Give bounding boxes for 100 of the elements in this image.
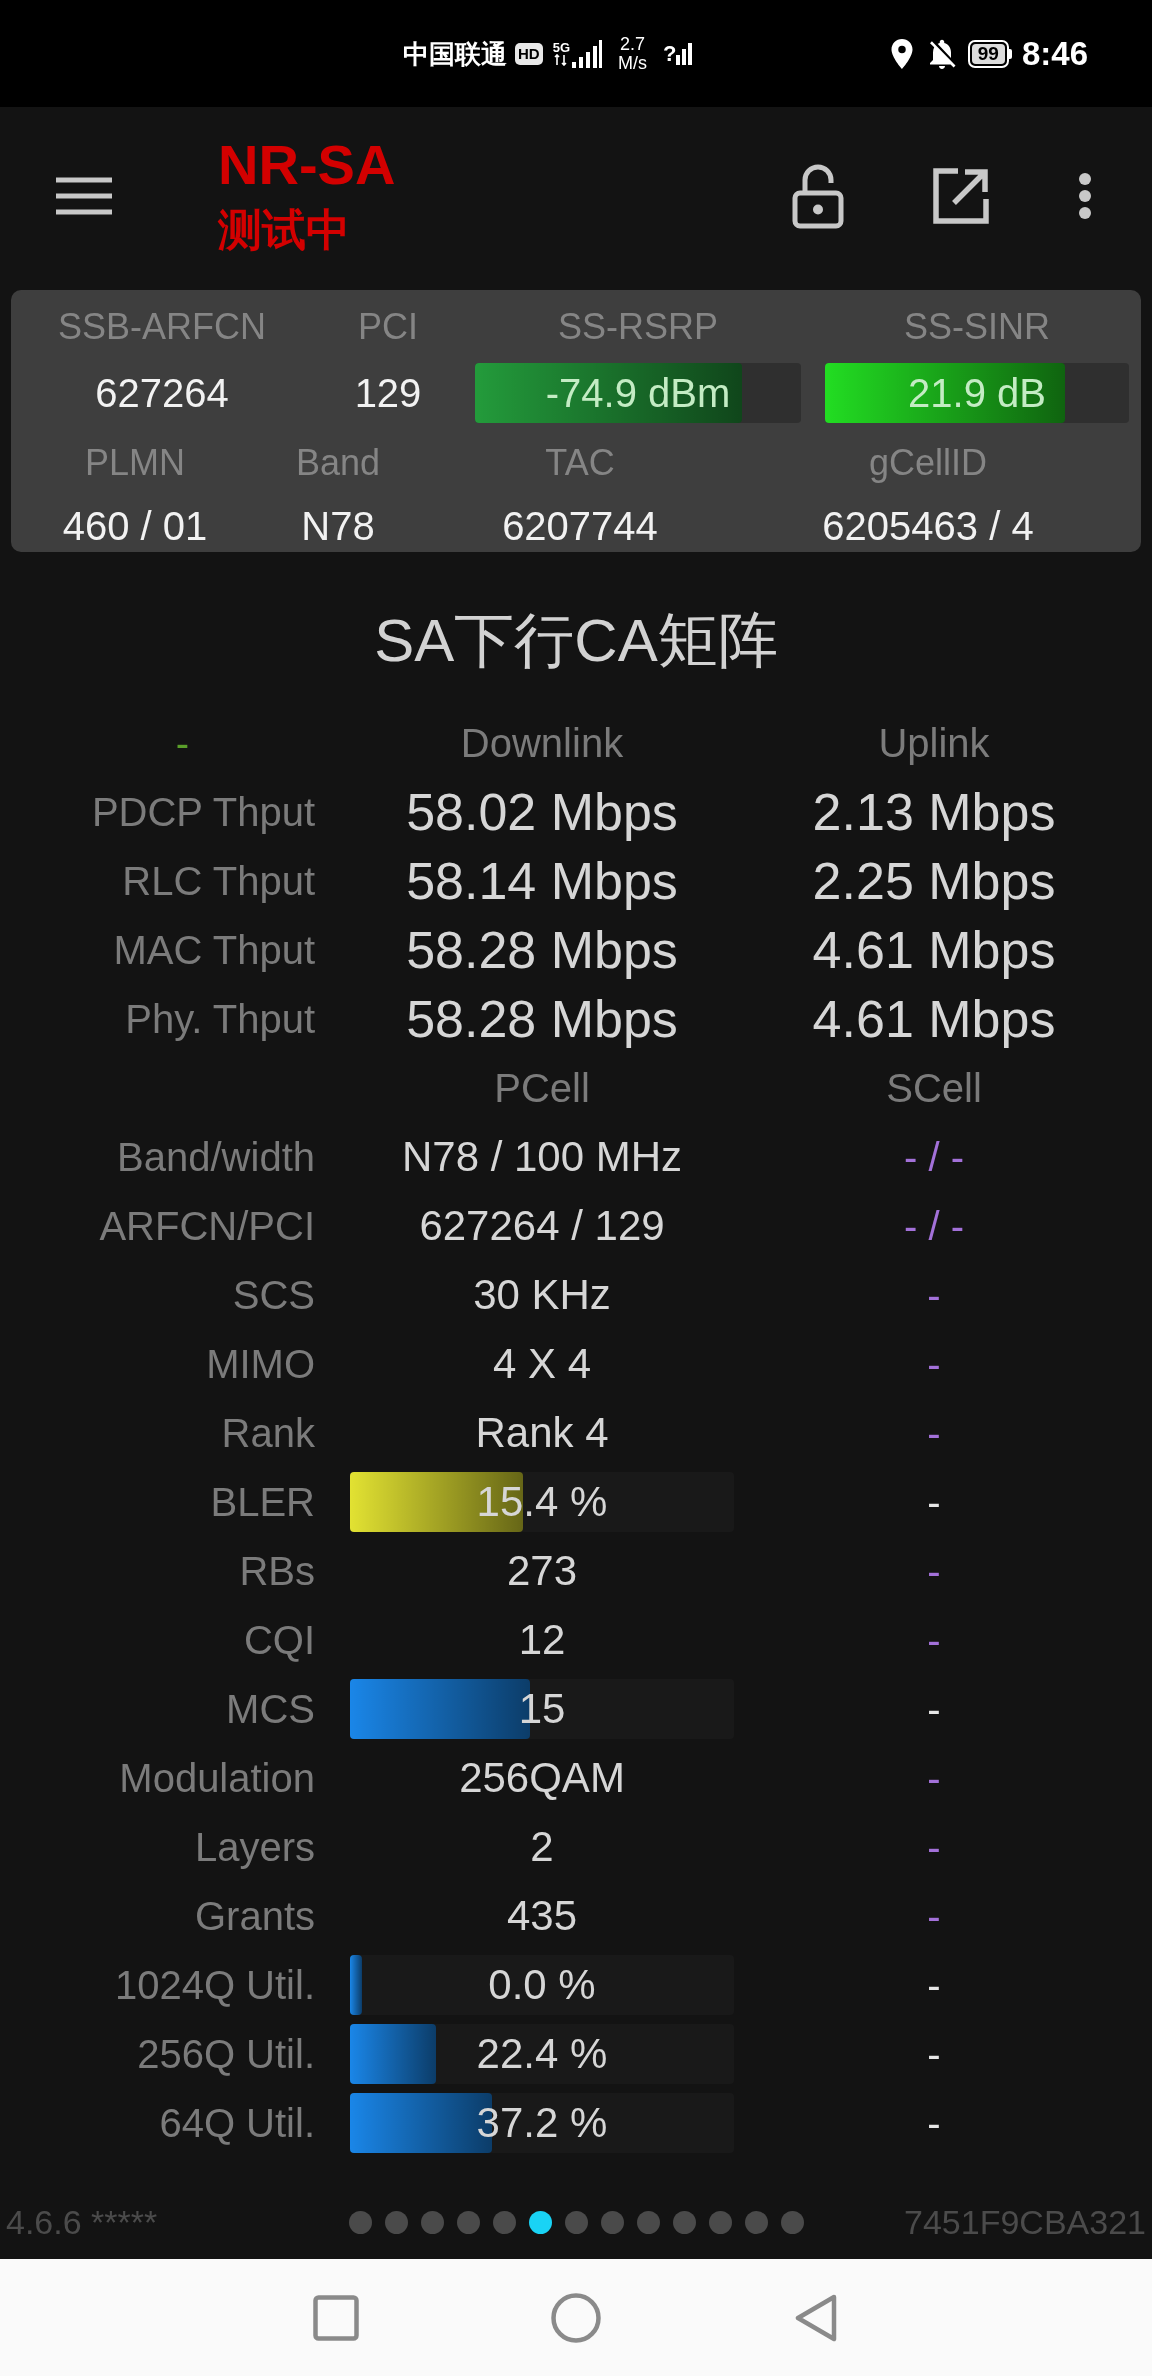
cell-value: 273	[506, 1546, 578, 1595]
back-icon	[794, 2293, 838, 2342]
lock-button[interactable]	[792, 163, 844, 229]
column-header: Downlink	[460, 719, 624, 766]
throughput-value: 4.61 Mbps	[812, 920, 1056, 979]
cell-value: -	[927, 1685, 941, 1732]
cell-value: -	[927, 1409, 941, 1456]
row-label: Rank	[221, 1409, 315, 1456]
cell-value: -	[927, 2099, 941, 2146]
cell-info-value: 129	[354, 370, 422, 416]
cell-info-label: SS-RSRP	[558, 307, 718, 347]
cell-value: - / -	[904, 1202, 964, 1249]
cell-value: - / -	[904, 1133, 964, 1180]
cell-value: 37.2 %	[476, 2098, 608, 2147]
throughput-value: 58.28 Mbps	[406, 989, 678, 1048]
row-label: RBs	[239, 1547, 315, 1594]
cell-info-label: TAC	[545, 443, 615, 483]
row-label: PDCP Thput	[91, 788, 315, 835]
row-label: Grants	[194, 1892, 315, 1939]
row-label: BLER	[210, 1478, 315, 1525]
throughput-value: 4.61 Mbps	[812, 989, 1056, 1048]
matrix-title: SA下行CA矩阵	[374, 606, 778, 676]
app-version: 4.6.6 *****	[6, 2202, 158, 2242]
row-label: MCS	[226, 1685, 315, 1732]
cell-info-value: 627264	[95, 370, 229, 416]
throughput-value: 2.25 Mbps	[812, 851, 1056, 910]
cell-value: 15	[518, 1684, 566, 1733]
data-arrows-icon	[554, 54, 569, 66]
throughput-value: 58.28 Mbps	[406, 920, 678, 979]
throughput-value: 2.13 Mbps	[812, 782, 1056, 841]
cell-value: -	[927, 2030, 941, 2077]
cell-info-label: SS-SINR	[904, 307, 1050, 347]
no-sim-mark: ?	[663, 41, 677, 66]
throughput-value: 58.02 Mbps	[406, 782, 678, 841]
row-label: MAC Thput	[113, 926, 315, 973]
cell-value: -	[927, 1823, 941, 1870]
more-options-button[interactable]	[1078, 172, 1092, 220]
cell-value: 0.0 %	[488, 1960, 596, 2009]
cell-value: 15.4 %	[476, 1477, 608, 1526]
cell-info-value: 6205463 / 4	[822, 503, 1034, 549]
cell-info-label: SSB-ARFCN	[58, 307, 266, 347]
cell-value: 435	[506, 1891, 578, 1940]
cell-value: -	[927, 1892, 941, 1939]
network-type: 5G	[552, 41, 570, 54]
battery-indicator: 99	[967, 39, 1012, 68]
bell-off-icon	[927, 38, 956, 69]
cell-info-value: 460 / 01	[62, 503, 208, 549]
cell-value: -	[927, 1478, 941, 1525]
cell-value: -	[927, 1754, 941, 1801]
cell-value: -	[927, 1271, 941, 1318]
cell-info-label: PLMN	[85, 443, 185, 483]
cell-value: -	[927, 1961, 941, 2008]
row-label: 64Q Util.	[159, 2099, 315, 2146]
open-external-button[interactable]	[932, 167, 990, 225]
app-subtitle: 测试中	[218, 205, 351, 255]
row-label: Modulation	[119, 1754, 315, 1801]
row-label: 256Q Util.	[137, 2030, 315, 2077]
carrier-name: 中国联通	[403, 38, 507, 69]
cell-value: -	[927, 1340, 941, 1387]
cell-value: 30 KHz	[473, 1270, 611, 1319]
external-link-icon	[932, 167, 990, 225]
clock-time: 8:46	[1021, 35, 1088, 72]
speed-value: 2.7	[620, 34, 646, 54]
cell-info-label: gCellID	[868, 443, 987, 483]
cell-info-label: Band	[295, 443, 381, 483]
row-label: 1024Q Util.	[114, 1961, 315, 2008]
row-label: Band/width	[117, 1133, 315, 1180]
cell-value: 4 X 4	[492, 1339, 592, 1388]
column-header: SCell	[886, 1064, 982, 1111]
menu-icon	[56, 177, 112, 215]
app-title: NR-SA	[218, 137, 396, 193]
meter-reading: -74.9 dBm	[545, 370, 731, 416]
cell-info-value: N78	[301, 503, 375, 549]
row-label: Phy. Thput	[125, 995, 315, 1042]
row-label: CQI	[243, 1616, 315, 1663]
more-icon	[1078, 172, 1092, 220]
device-id: 7451F9CBA321	[904, 2202, 1146, 2242]
cell-value: -	[927, 1616, 941, 1663]
cell-info-label: PCI	[358, 307, 418, 347]
padlock-icon	[792, 163, 844, 229]
cell-value: 2	[530, 1822, 554, 1871]
square-icon	[313, 2294, 359, 2341]
row-label: Layers	[194, 1823, 315, 1870]
location-pin-icon	[889, 38, 914, 69]
signal-bars-icon	[676, 42, 693, 65]
hd-badge: HD	[515, 42, 543, 65]
speed-unit: M/s	[618, 53, 647, 73]
cell-value: 12	[518, 1615, 566, 1664]
row-label: ARFCN/PCI	[99, 1202, 315, 1249]
throughput-value: 58.14 Mbps	[406, 851, 678, 910]
cell-value: Rank 4	[475, 1408, 609, 1457]
circle-icon	[551, 2292, 601, 2343]
column-header: Uplink	[878, 719, 990, 766]
meter-reading: 21.9 dB	[908, 370, 1046, 416]
cell-value: 22.4 %	[476, 2029, 608, 2078]
row-label: SCS	[232, 1271, 315, 1318]
menu-button[interactable]	[56, 176, 112, 216]
cell-info-value: 6207744	[502, 503, 658, 549]
row-label: MIMO	[206, 1340, 315, 1387]
cell-value: N78 / 100 MHz	[401, 1132, 683, 1181]
